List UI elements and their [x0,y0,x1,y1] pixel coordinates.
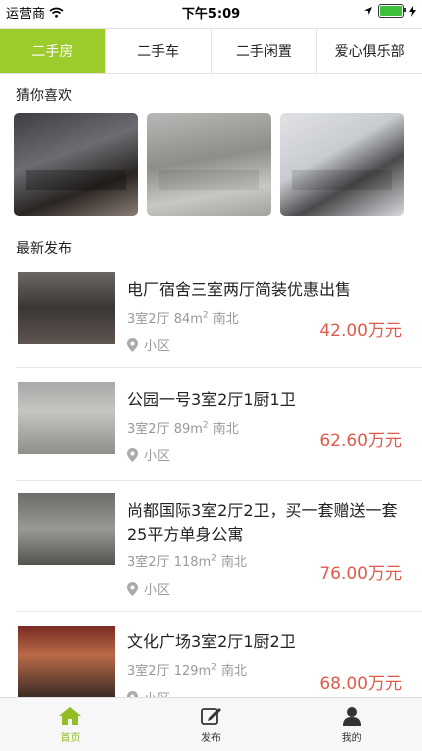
tab-second-hand-idle[interactable]: 二手闲置 [212,29,318,73]
recommend-image[interactable] [147,113,271,216]
listing-thumbnail [18,626,115,697]
listing-price: 68.00万元 [319,674,402,694]
nav-mine[interactable]: 我的 [281,698,422,751]
listing-location: 小区 [127,579,170,598]
bottom-nav: 首页 发布 我的 [0,697,422,751]
listing-item[interactable]: 文化广场3室2厅1厨2卫 3室2厅 129m2 南北 小区 68.00万元 [0,612,422,697]
user-icon [342,706,361,726]
listing-location: 小区 [127,445,170,464]
recommend-list [14,113,404,216]
listing-meta: 3室2厅 129m2 南北 [127,662,248,679]
tab-second-hand-house[interactable]: 二手房 [0,29,106,73]
listing-meta: 3室2厅 89m2 南北 [127,420,239,437]
listing-location: 小区 [127,335,170,354]
tab-charity-club[interactable]: 爱心俱乐部 [317,29,422,73]
recommend-image[interactable] [280,113,404,216]
listing-location: 小区 [127,688,170,697]
listing-item[interactable]: 尚都国际3室2厅2卫，买一套赠送一套25平方单身公寓 3室2厅 118m2 南北… [0,481,422,611]
home-icon [59,706,82,725]
nav-publish[interactable]: 发布 [141,698,282,751]
status-time: 下午5:09 [181,7,241,22]
nav-home[interactable]: 首页 [0,698,141,751]
listing-title: 尚都国际3室2厅2卫，买一套赠送一套25平方单身公寓 [127,501,398,544]
listing-price: 42.00万元 [319,321,402,341]
category-tabs: 二手房 二手车 二手闲置 爱心俱乐部 [0,28,422,74]
listing-meta: 3室2厅 118m2 南北 [127,553,248,570]
listing-meta: 3室2厅 84m2 南北 [127,310,239,327]
edit-icon [201,707,221,725]
charging-icon [409,5,416,17]
recommend-image[interactable] [14,113,138,216]
listing-thumbnail [18,272,115,344]
listing-item[interactable]: 公园一号3室2厅1厨1卫 3室2厅 89m2 南北 小区 62.60万元 [0,368,422,480]
latest-title: 最新发布 [16,241,72,257]
status-bar: 运营商 下午5:09 [0,0,422,22]
listing-item[interactable]: 电厂宿舍三室两厅简装优惠出售 3室2厅 84m2 南北 小区 42.00万元 [0,258,422,368]
recommend-title: 猜你喜欢 [16,88,72,104]
tab-second-hand-car[interactable]: 二手车 [106,29,212,73]
listing-title: 电厂宿舍三室两厅简装优惠出售 [127,280,352,299]
listing-title: 文化广场3室2厅1厨2卫 [127,632,296,651]
battery-icon [378,4,406,18]
listing-price: 76.00万元 [319,564,402,584]
location-pin-icon [127,447,138,462]
listing-price: 62.60万元 [319,431,402,451]
location-arrow-icon [364,7,372,15]
listing-thumbnail [18,493,115,565]
location-pin-icon [127,337,138,352]
listing-title: 公园一号3室2厅1厨1卫 [127,390,296,409]
listing-thumbnail [18,382,115,454]
location-pin-icon [127,581,138,596]
